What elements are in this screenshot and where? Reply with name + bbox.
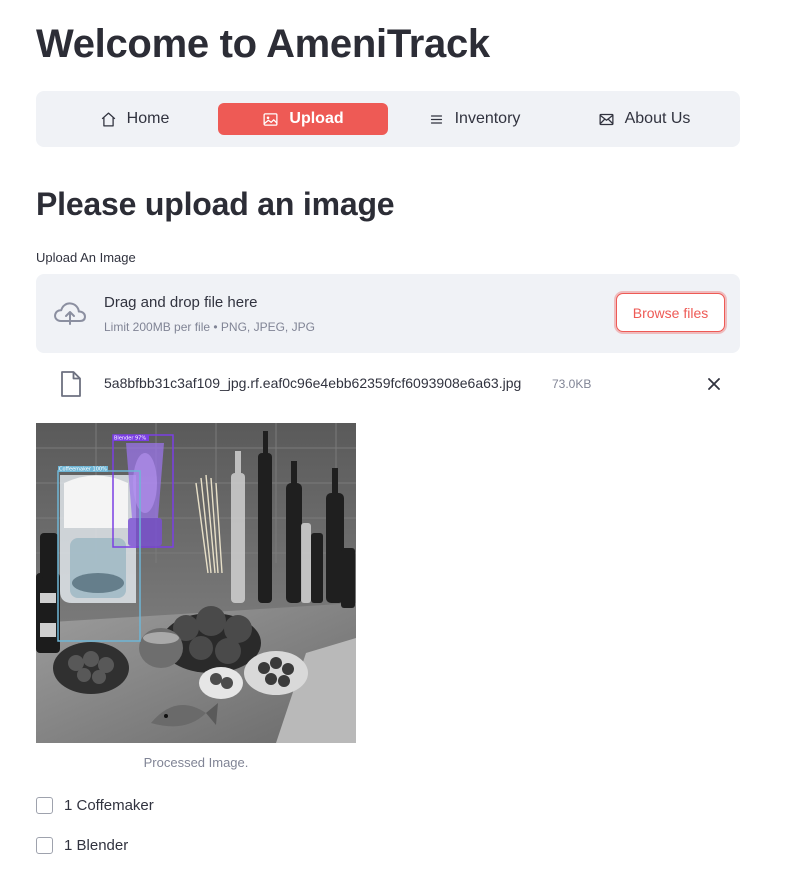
uploaded-file-name: 5a8bfbb31c3af109_jpg.rf.eaf0c96e4ebb6235… [104,375,522,391]
nav-item-upload[interactable]: Upload [218,103,388,135]
list-icon [430,114,442,124]
file-icon [61,371,81,397]
checkbox-blender[interactable]: 1 Blender [36,833,128,857]
dropzone-limit-text: Limit 200MB per file • PNG, JPEG, JPG [104,320,315,334]
checkbox-coffemaker[interactable]: 1 Coffemaker [36,793,154,817]
file-dropzone[interactable]: Drag and drop file here Limit 200MB per … [36,274,740,353]
image-icon [263,112,278,126]
browse-files-button[interactable]: Browse files [616,293,725,332]
home-icon [101,111,115,127]
nav-item-about-us-label: About Us [624,110,691,127]
nav-item-about-us[interactable]: About Us [584,103,704,135]
processed-image: Blender 97% Coffeemaker 100% [36,423,356,743]
image-caption: Processed Image. [143,755,249,770]
nav-item-home-label: Home [126,110,170,127]
checkbox-box[interactable] [36,836,53,854]
coffeemaker-detection-label: Coffeemaker 100% [59,467,107,473]
checkbox-box[interactable] [36,796,53,814]
uploader-label: Upload An Image [36,250,136,265]
checkbox-label: 1 Blender [64,836,129,854]
cloud-upload-icon [54,302,86,325]
nav-menu: Home Upload Inventory About Us [36,91,740,147]
envelope-icon [599,113,614,125]
upload-heading: Please upload an image [36,186,395,222]
processed-image-scene: Blender 97% Coffeemaker 100% [36,423,356,743]
checkbox-label: 1 Coffemaker [64,796,154,814]
close-icon[interactable] [704,374,724,394]
nav-item-upload-label: Upload [289,110,344,127]
uploaded-file-row: 5a8bfbb31c3af109_jpg.rf.eaf0c96e4ebb6235… [36,366,740,402]
uploaded-file-size: 73.0KB [552,377,592,391]
dropzone-instructions: Drag and drop file here [104,294,258,311]
blender-detection-label: Blender 97% [114,436,146,442]
nav-item-inventory[interactable]: Inventory [414,103,534,135]
nav-item-home[interactable]: Home [82,103,187,135]
page-title: Welcome to AmeniTrack [36,22,490,66]
nav-item-inventory-label: Inventory [454,110,521,127]
